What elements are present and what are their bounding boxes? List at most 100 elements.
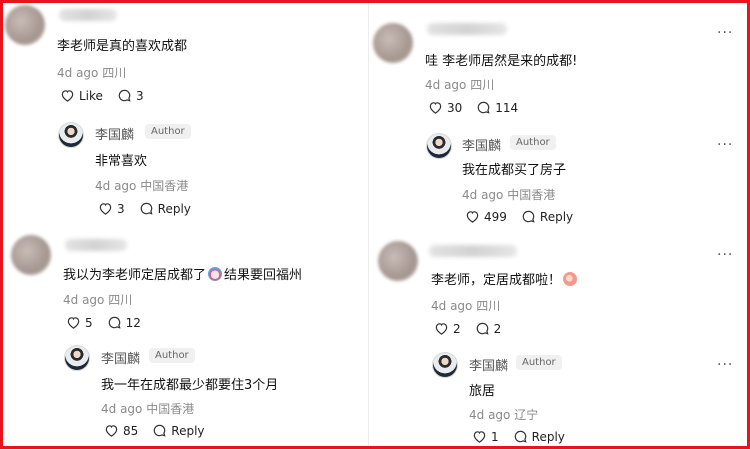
reply-count: 12 — [125, 315, 141, 330]
comment-text-part-1: 我以为李老师定居成都了 — [63, 268, 207, 283]
avatar[interactable] — [378, 241, 418, 281]
replies-button[interactable]: 2 — [475, 321, 501, 336]
left-comment-panel: 李老师是真的喜欢成都 4d ago 四川 Like 3 李国麟 Author 非… — [3, 3, 369, 446]
author-avatar[interactable] — [64, 345, 90, 371]
reply-text: 旅居 — [469, 384, 496, 399]
author-badge: Author — [149, 348, 195, 363]
comment-text: 哇 李老师居然是来的成都! — [425, 54, 578, 69]
reply-location: 中国香港 — [140, 179, 189, 193]
avatar[interactable] — [11, 235, 51, 275]
reply-label: Reply — [157, 201, 191, 216]
replies-button[interactable]: 3 — [117, 88, 144, 103]
like-button[interactable]: 85 — [104, 423, 138, 438]
reply-button[interactable]: Reply — [139, 201, 191, 216]
comment-meta: 4d ago 四川 — [57, 64, 126, 81]
like-button[interactable]: 1 — [472, 429, 499, 444]
more-options-button[interactable]: ··· — [717, 26, 733, 40]
commenter-name-redacted — [59, 9, 117, 21]
like-count: 1 — [491, 429, 499, 444]
comment-location: 四川 — [470, 78, 495, 92]
more-options-button[interactable]: ··· — [717, 248, 733, 262]
comment-bubble-icon — [476, 100, 491, 115]
clown-face-icon — [208, 267, 223, 281]
commenter-name-redacted — [429, 245, 517, 257]
like-label: Like — [79, 88, 103, 103]
author-name[interactable]: 李国麟 — [101, 348, 140, 367]
like-button[interactable]: 5 — [66, 315, 93, 330]
reply-button[interactable]: Reply — [521, 209, 573, 224]
comment-meta: 4d ago 四川 — [425, 76, 494, 93]
like-button[interactable]: 3 — [98, 201, 125, 216]
comment-text: 李老师，定居成都啦！ — [431, 269, 579, 288]
comment-bubble-icon — [521, 209, 536, 224]
like-count: 5 — [85, 315, 93, 330]
commenter-name-redacted — [65, 239, 127, 251]
reply-text: 非常喜欢 — [95, 154, 148, 169]
reply-count: 114 — [495, 100, 519, 115]
more-options-button[interactable]: ··· — [717, 138, 733, 152]
comment-bubble-icon — [139, 201, 154, 216]
comment-actions: 2 2 — [434, 321, 515, 336]
reply-button[interactable]: Reply — [152, 423, 205, 438]
heart-icon — [60, 88, 75, 103]
reply-label: Reply — [539, 209, 574, 224]
reply-meta: 4d ago 辽宁 — [469, 406, 538, 423]
author-name[interactable]: 李国麟 — [95, 124, 134, 143]
comment-time: 4d ago — [431, 299, 473, 313]
comment-actions: Like 3 — [60, 88, 158, 103]
reply-time: 4d ago — [101, 402, 143, 416]
like-button[interactable]: 30 — [428, 100, 462, 115]
author-avatar[interactable] — [432, 352, 458, 378]
like-button[interactable]: Like — [60, 88, 103, 103]
author-name[interactable]: 李国麟 — [462, 135, 501, 154]
like-button[interactable]: 499 — [465, 209, 507, 224]
replies-button[interactable]: 114 — [476, 100, 518, 115]
avatar[interactable] — [5, 5, 45, 45]
heart-icon — [434, 321, 449, 336]
reply-location: 辽宁 — [514, 408, 539, 422]
reply-actions: 3 Reply — [98, 201, 205, 216]
reply-text: 我一年在成都最少都要住3个月 — [101, 378, 279, 393]
author-avatar[interactable] — [58, 122, 84, 148]
comment-text-part-2: 结果要回福州 — [224, 268, 303, 283]
comment-time: 4d ago — [63, 293, 105, 307]
like-count: 85 — [123, 423, 139, 438]
like-count: 3 — [117, 201, 125, 216]
author-name[interactable]: 李国麟 — [469, 355, 508, 374]
reply-time: 4d ago — [462, 188, 504, 202]
like-count: 499 — [484, 209, 507, 224]
like-button[interactable]: 2 — [434, 321, 461, 336]
like-count: 30 — [447, 100, 463, 115]
author-badge: Author — [510, 135, 556, 150]
reply-actions: 85 Reply — [104, 423, 219, 438]
comment-location: 四川 — [476, 299, 501, 313]
replies-button[interactable]: 12 — [107, 315, 141, 330]
reply-meta: 4d ago 中国香港 — [462, 186, 555, 203]
avatar[interactable] — [373, 23, 413, 63]
comment-text: 我以为李老师定居成都了 结果要回福州 — [63, 264, 302, 283]
commenter-name-redacted — [427, 23, 507, 35]
author-avatar[interactable] — [426, 133, 452, 159]
more-options-button[interactable]: ··· — [717, 358, 733, 372]
reply-actions: 1 Reply — [472, 429, 579, 444]
heart-icon — [472, 429, 487, 444]
reply-meta: 4d ago 中国香港 — [101, 400, 194, 417]
reply-location: 中国香港 — [146, 402, 195, 416]
reply-location: 中国香港 — [507, 188, 556, 202]
comment-actions: 5 12 — [66, 315, 155, 330]
reply-actions: 499 Reply — [465, 209, 587, 224]
peach-heart-emoji-icon — [563, 272, 578, 286]
comment-bubble-icon — [475, 321, 490, 336]
like-count: 2 — [453, 321, 461, 336]
comment-actions: 30 114 — [428, 100, 532, 115]
reply-time: 4d ago — [95, 179, 137, 193]
reply-time: 4d ago — [469, 408, 511, 422]
reply-button[interactable]: Reply — [513, 429, 565, 444]
heart-icon — [428, 100, 443, 115]
comment-text: 李老师是真的喜欢成都 — [57, 39, 188, 54]
heart-icon — [66, 315, 81, 330]
heart-icon — [98, 201, 113, 216]
comment-bubble-icon — [107, 315, 122, 330]
author-badge: Author — [145, 124, 191, 139]
comment-meta: 4d ago 四川 — [63, 291, 132, 308]
